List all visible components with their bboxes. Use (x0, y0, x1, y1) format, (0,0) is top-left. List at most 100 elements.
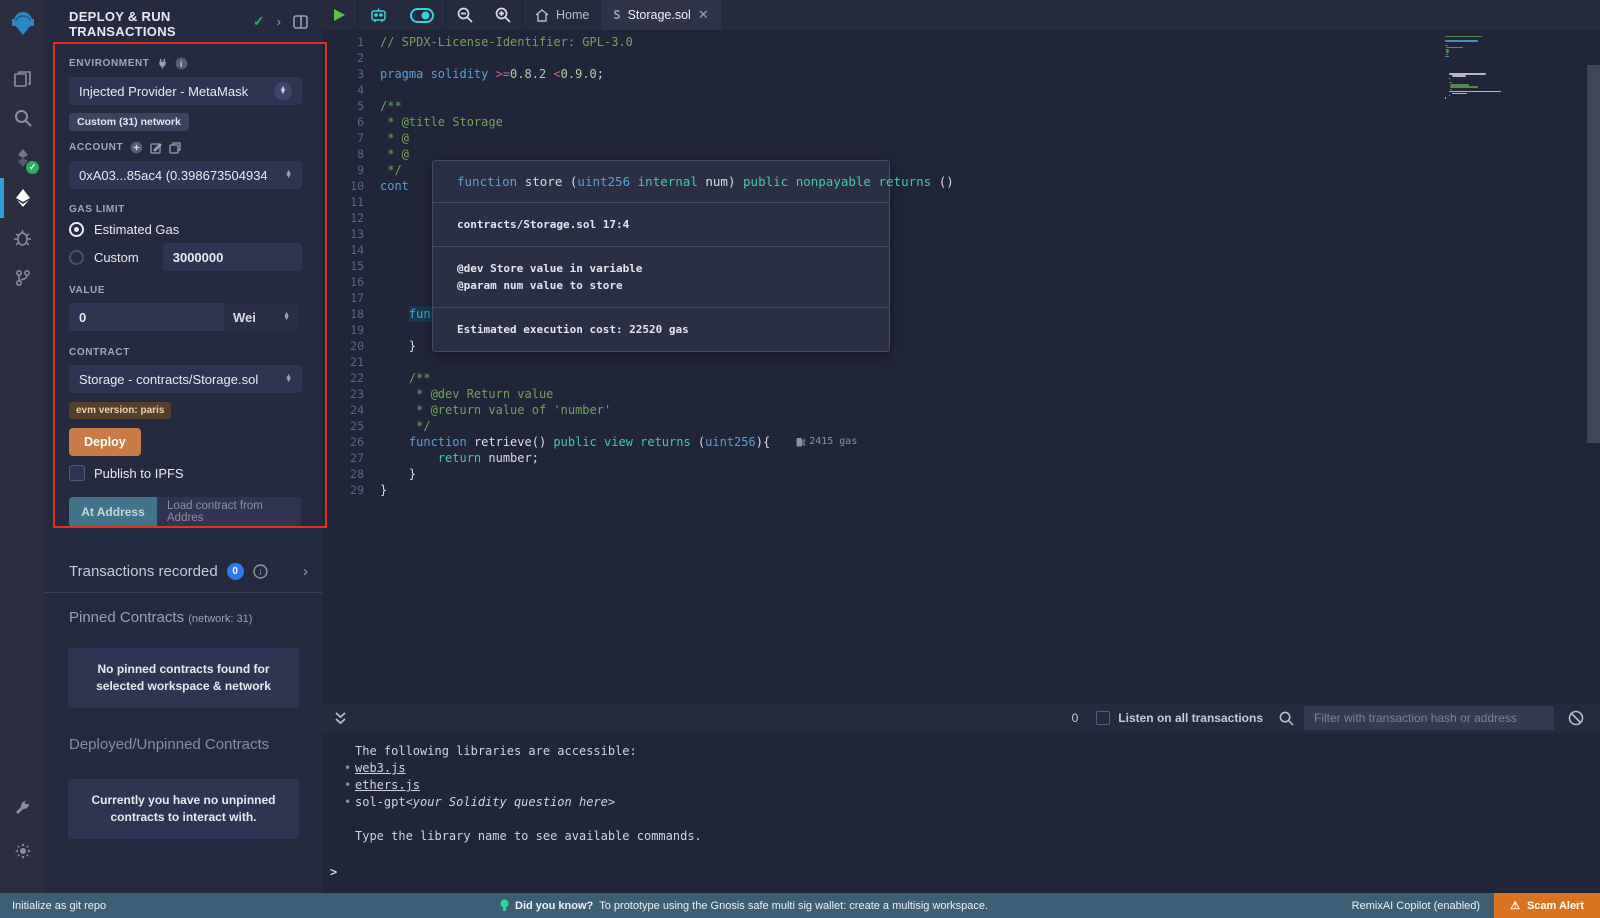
listen-all-checkbox[interactable] (1096, 711, 1110, 725)
info-icon[interactable]: i (175, 57, 188, 70)
plug-icon[interactable] (157, 58, 168, 69)
estimated-gas-label: Estimated Gas (94, 222, 179, 237)
environment-select[interactable]: Injected Provider - MetaMask ▲▼ (69, 77, 302, 105)
code-line[interactable]: */ (380, 418, 1530, 434)
line-number: 15 (322, 258, 372, 274)
deploy-run-icon[interactable] (0, 178, 45, 218)
line-number: 22 (322, 370, 372, 386)
copilot-status[interactable]: RemixAI Copilot (enabled) (1352, 900, 1480, 912)
tab-home[interactable]: Home (523, 0, 601, 30)
code-line[interactable]: } (380, 482, 1530, 498)
bullet: • (344, 760, 355, 777)
at-address-input[interactable]: Load contract from Addres (157, 497, 301, 527)
plugin-manager-icon[interactable] (0, 787, 45, 827)
code-line[interactable]: } (380, 466, 1530, 482)
clear-console-icon[interactable] (1568, 710, 1584, 726)
settings-gear-icon[interactable] (0, 831, 45, 871)
terminal-output[interactable]: The following libraries are accessible: … (322, 733, 1600, 893)
run-script-icon[interactable] (322, 0, 357, 30)
tab-storage-sol[interactable]: S Storage.sol ✕ (601, 0, 720, 30)
zoom-out-icon[interactable] (446, 0, 484, 30)
solidity-file-icon: S (613, 8, 620, 22)
copy-address-icon[interactable] (169, 142, 181, 154)
zoom-in-icon[interactable] (484, 0, 522, 30)
value-unit-select[interactable]: Wei ▲▼ (224, 303, 299, 331)
code-line[interactable]: // SPDX-License-Identifier: GPL-3.0 (380, 34, 1530, 50)
line-number: 29 (322, 482, 372, 498)
line-number: 7 (322, 130, 372, 146)
line-number: 18 (322, 306, 372, 322)
estimated-gas-radio[interactable] (69, 222, 84, 237)
copilot-toggle-icon[interactable] (399, 0, 445, 30)
panel-collapse-icon[interactable]: › (277, 14, 281, 29)
terminal-prompt[interactable]: > (330, 864, 337, 881)
editor-scrollbar[interactable] (1587, 65, 1600, 443)
code-line[interactable]: pragma solidity >=0.8.2 <0.9.0; (380, 66, 1530, 82)
chevron-updown-icon: ▲▼ (274, 82, 292, 100)
status-bar: Initialize as git repo Did you know? To … (0, 893, 1600, 918)
code-editor[interactable]: 1234567891011121314151617181920212223242… (322, 30, 1600, 703)
chevron-updown-icon: ▲▼ (285, 375, 292, 383)
custom-gas-label: Custom (94, 250, 139, 265)
add-account-icon[interactable] (130, 141, 143, 154)
tooltip-signature-token: function (457, 174, 525, 189)
code-line[interactable]: * @ (380, 130, 1530, 146)
compile-success-badge: ✓ (26, 161, 39, 174)
account-select[interactable]: 0xA03...85ac4 (0.398673504934 ▲▼ (69, 161, 302, 189)
sign-message-icon[interactable] (150, 142, 162, 154)
code-line[interactable]: return number; (380, 450, 1530, 466)
publish-ipfs-checkbox[interactable] (69, 465, 85, 481)
gas-limit-label: GAS LIMIT (69, 204, 302, 215)
remix-logo-icon[interactable] (0, 0, 45, 46)
line-number: 11 (322, 194, 372, 210)
code-line[interactable] (380, 82, 1530, 98)
unpinned-contracts-title: Deployed/Unpinned Contracts (45, 714, 322, 753)
panel-layout-icon[interactable] (293, 15, 308, 29)
code-line[interactable]: * @dev Return value (380, 386, 1530, 402)
transactions-expand-icon[interactable]: › (303, 563, 308, 580)
terminal-filter-input[interactable] (1304, 706, 1554, 730)
code-line[interactable]: * @return value of 'number' (380, 402, 1530, 418)
terminal-library-item: •ethers.js (344, 777, 1600, 794)
info-icon[interactable]: i (253, 564, 268, 579)
code-token: ; (597, 66, 604, 82)
code-line[interactable]: * @title Storage (380, 114, 1530, 130)
code-line[interactable] (380, 354, 1530, 370)
code-line[interactable]: /** (380, 98, 1530, 114)
code-token: 0.8.2 (510, 66, 553, 82)
code-line[interactable]: function retrieve() public view returns … (380, 434, 1530, 450)
code-token: /** (380, 98, 402, 114)
editor-minimap[interactable] (1445, 36, 1545, 99)
terminal-collapse-icon[interactable] (334, 711, 347, 725)
icon-rail: ✓ (0, 0, 45, 893)
scam-alert-button[interactable]: ⚠ Scam Alert (1494, 893, 1600, 918)
at-address-button[interactable]: At Address (69, 497, 157, 527)
line-number: 2 (322, 50, 372, 66)
custom-gas-input[interactable]: 3000000 (163, 243, 302, 271)
tooltip-signature-token: uint256 (577, 174, 630, 189)
close-tab-icon[interactable]: ✕ (698, 7, 709, 23)
code-line[interactable]: /** (380, 370, 1530, 386)
library-link[interactable]: web3.js (355, 760, 406, 777)
git-init-button[interactable]: Initialize as git repo (12, 900, 106, 912)
solidity-compiler-icon[interactable]: ✓ (0, 138, 45, 178)
tooltip-signature-token: returns (879, 174, 932, 189)
line-number: 9 (322, 162, 372, 178)
code-token: */ (380, 162, 402, 178)
ai-copilot-robot-icon[interactable] (358, 0, 399, 30)
line-number: 4 (322, 82, 372, 98)
line-number: 17 (322, 290, 372, 306)
search-icon[interactable] (0, 98, 45, 138)
code-line[interactable] (380, 50, 1530, 66)
git-icon[interactable] (0, 258, 45, 298)
line-number: 16 (322, 274, 372, 290)
line-number: 5 (322, 98, 372, 114)
contract-select[interactable]: Storage - contracts/Storage.sol ▲▼ (69, 365, 302, 393)
code-token: * @ (380, 130, 409, 146)
custom-gas-radio[interactable] (69, 250, 84, 265)
debugger-icon[interactable] (0, 218, 45, 258)
value-input[interactable]: 0 (69, 303, 224, 331)
library-link[interactable]: ethers.js (355, 777, 420, 794)
deploy-button[interactable]: Deploy (69, 428, 141, 456)
file-explorer-icon[interactable] (0, 58, 45, 98)
